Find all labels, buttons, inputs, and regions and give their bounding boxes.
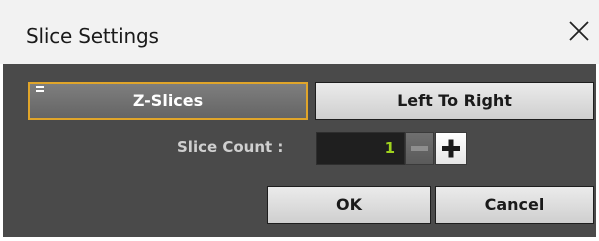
increment-button[interactable] [435,132,467,165]
minus-icon [411,146,428,151]
cancel-label: Cancel [484,195,545,214]
slice-settings-dialog: Slice Settings Z-Slices Left To Right Sl… [0,0,599,241]
dialog-title: Slice Settings [26,24,159,48]
selected-marker-icon [36,86,44,92]
slice-count-input[interactable]: 1 [316,132,405,165]
close-button[interactable] [566,18,592,44]
left-to-right-label: Left To Right [397,91,512,110]
dialog-body: Z-Slices Left To Right Slice Count : 1 O… [3,64,596,237]
title-bar: Slice Settings [0,0,599,64]
z-slices-label: Z-Slices [132,91,204,110]
left-to-right-button[interactable]: Left To Right [315,82,594,120]
slice-count-label: Slice Count : [177,138,284,156]
z-slices-button[interactable]: Z-Slices [28,82,308,120]
plus-icon [442,139,460,158]
decrement-button[interactable] [405,132,434,165]
close-icon [569,21,589,41]
cancel-button[interactable]: Cancel [435,186,594,224]
ok-button[interactable]: OK [267,186,431,224]
ok-label: OK [336,195,362,214]
slice-count-value: 1 [384,139,395,157]
